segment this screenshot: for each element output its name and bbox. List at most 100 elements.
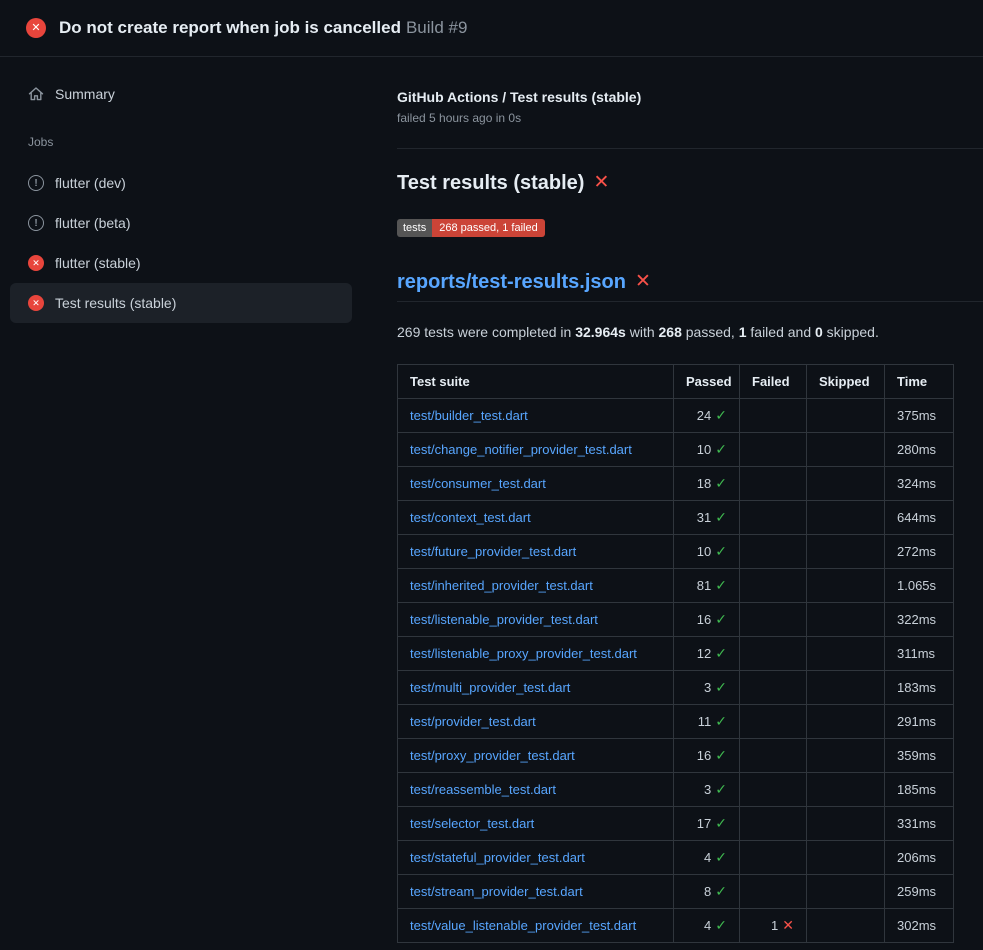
cell-value: 10 bbox=[697, 442, 711, 457]
failed-cell bbox=[740, 637, 807, 671]
x-icon: ✕ bbox=[32, 259, 40, 268]
table-row: test/provider_test.dart 11✓ 291ms bbox=[398, 705, 954, 739]
test-suite-link[interactable]: test/stateful_provider_test.dart bbox=[410, 850, 585, 865]
suite-cell: test/stateful_provider_test.dart bbox=[398, 841, 674, 875]
time-cell: 185ms bbox=[885, 773, 954, 807]
skipped-cell bbox=[807, 875, 885, 909]
skipped-cell bbox=[807, 433, 885, 467]
failed-cell bbox=[740, 671, 807, 705]
test-suite-link[interactable]: test/multi_provider_test.dart bbox=[410, 680, 570, 695]
cell-value: 4 bbox=[704, 850, 711, 865]
time-cell: 331ms bbox=[885, 807, 954, 841]
time-cell: 206ms bbox=[885, 841, 954, 875]
summary-line: 269 tests were completed in 32.964s with… bbox=[397, 322, 983, 342]
check-icon: ✓ bbox=[715, 781, 727, 797]
check-icon: ✓ bbox=[715, 577, 727, 593]
time-cell: 291ms bbox=[885, 705, 954, 739]
skipped-cell bbox=[807, 501, 885, 535]
table-row: test/reassemble_test.dart 3 ✓ 185ms bbox=[398, 773, 954, 807]
col-time: Time bbox=[885, 365, 954, 399]
check-icon: ✓ bbox=[715, 407, 727, 423]
job-label: flutter (dev) bbox=[55, 175, 126, 191]
test-suite-link[interactable]: test/value_listenable_provider_test.dart bbox=[410, 918, 636, 933]
test-suite-link[interactable]: test/future_provider_test.dart bbox=[410, 544, 576, 559]
skipped-cell bbox=[807, 569, 885, 603]
suite-cell: test/change_notifier_provider_test.dart bbox=[398, 433, 674, 467]
failed-status-icon: ✕ bbox=[28, 255, 44, 271]
col-test-suite: Test suite bbox=[398, 365, 674, 399]
failed-cell bbox=[740, 433, 807, 467]
test-suite-link[interactable]: test/listenable_provider_test.dart bbox=[410, 612, 598, 627]
cell-value: 183ms bbox=[897, 680, 936, 695]
sidebar-item-flutter-dev[interactable]: !flutter (dev) bbox=[10, 163, 352, 203]
jobs-list: !flutter (dev)!flutter (beta) ✕ flutter (s… bbox=[0, 163, 372, 323]
table-header-row: Test suite Passed Failed Skipped Time bbox=[398, 365, 954, 399]
test-suite-link[interactable]: test/consumer_test.dart bbox=[410, 476, 546, 491]
skipped-cell bbox=[807, 671, 885, 705]
cell-value: 311ms bbox=[897, 646, 935, 661]
check-icon: ✓ bbox=[715, 645, 727, 661]
cell-value: 280ms bbox=[897, 442, 936, 457]
cell-value: 185ms bbox=[897, 782, 936, 797]
failed-status-icon: ✕ bbox=[26, 18, 46, 38]
skipped-cell bbox=[807, 603, 885, 637]
check-icon: ✓ bbox=[715, 475, 727, 491]
passed-cell: 8✓ bbox=[674, 875, 740, 909]
suite-cell: test/multi_provider_test.dart bbox=[398, 671, 674, 705]
time-cell: 280ms bbox=[885, 433, 954, 467]
col-skipped: Skipped bbox=[807, 365, 885, 399]
cell-value: 3 bbox=[704, 680, 711, 695]
failed-cell bbox=[740, 773, 807, 807]
passed-cell: 18 ✓ bbox=[674, 467, 740, 501]
passed-cell: 16✓ bbox=[674, 739, 740, 773]
test-suite-link[interactable]: test/provider_test.dart bbox=[410, 714, 536, 729]
cell-value: 3 bbox=[704, 782, 711, 797]
check-icon: ✓ bbox=[715, 441, 727, 457]
cell-value: 17 bbox=[697, 816, 711, 831]
cell-value: 11 bbox=[698, 714, 712, 729]
cell-value: 18 bbox=[697, 476, 711, 491]
test-suite-link[interactable]: test/inherited_provider_test.dart bbox=[410, 578, 593, 593]
cell-value: 259ms bbox=[897, 884, 936, 899]
test-suite-link[interactable]: test/change_notifier_provider_test.dart bbox=[410, 442, 632, 457]
table-row: test/proxy_provider_test.dart16✓359ms bbox=[398, 739, 954, 773]
time-cell: 322ms bbox=[885, 603, 954, 637]
failed-cell bbox=[740, 569, 807, 603]
sidebar-item-flutter-stable[interactable]: ✕ flutter (stable) bbox=[10, 243, 352, 283]
summary-passed-count: 268 bbox=[659, 324, 682, 340]
skipped-cell bbox=[807, 399, 885, 433]
run-title: Do not create report when job is cancell… bbox=[59, 18, 467, 38]
job-label: flutter (stable) bbox=[55, 255, 141, 271]
cell-value: 10 bbox=[697, 544, 711, 559]
check-icon: ✓ bbox=[715, 815, 727, 831]
table-row: test/stream_provider_test.dart 8✓ 259ms bbox=[398, 875, 954, 909]
cell-value: 12 bbox=[697, 646, 711, 661]
sidebar-item-flutter-beta[interactable]: !flutter (beta) bbox=[10, 203, 352, 243]
cell-value: 322ms bbox=[897, 612, 936, 627]
cell-value: 16 bbox=[697, 748, 711, 763]
time-cell: 644ms bbox=[885, 501, 954, 535]
report-link[interactable]: reports/test-results.json bbox=[397, 269, 626, 295]
failed-cell bbox=[740, 739, 807, 773]
sidebar-item-test-results-stable[interactable]: ✕Test results (stable) bbox=[10, 283, 352, 323]
run-title-text: Do not create report when job is cancell… bbox=[59, 18, 401, 37]
passed-cell: 11✓ bbox=[674, 705, 740, 739]
test-suite-link[interactable]: test/stream_provider_test.dart bbox=[410, 884, 583, 899]
test-suite-link[interactable]: test/listenable_proxy_provider_test.dart bbox=[410, 646, 637, 661]
test-suite-link[interactable]: test/proxy_provider_test.dart bbox=[410, 748, 575, 763]
passed-cell: 10 ✓ bbox=[674, 433, 740, 467]
breadcrumb: GitHub Actions / Test results (stable) bbox=[397, 87, 983, 107]
summary-text: passed, bbox=[682, 324, 739, 340]
test-suite-link[interactable]: test/context_test.dart bbox=[410, 510, 531, 525]
cell-value: 31 bbox=[697, 510, 711, 525]
run-meta: failed 5 hours ago in 0s bbox=[397, 110, 983, 126]
sidebar-item-summary[interactable]: Summary bbox=[10, 75, 352, 113]
test-suite-link[interactable]: test/reassemble_test.dart bbox=[410, 782, 556, 797]
cell-value: 302ms bbox=[897, 918, 936, 933]
test-suite-link[interactable]: test/selector_test.dart bbox=[410, 816, 534, 831]
test-suite-link[interactable]: test/builder_test.dart bbox=[410, 408, 528, 423]
skipped-cell bbox=[807, 773, 885, 807]
summary-text: skipped. bbox=[823, 324, 879, 340]
skipped-cell bbox=[807, 535, 885, 569]
check-icon: ✓ bbox=[715, 917, 727, 933]
